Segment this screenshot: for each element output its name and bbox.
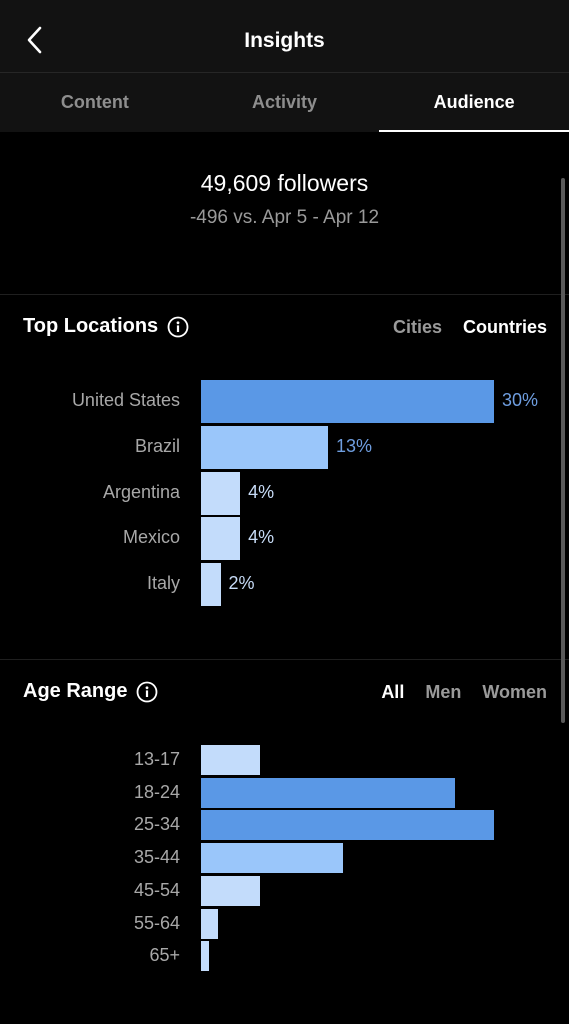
age-range-header: Age Range — [23, 680, 158, 703]
age-label: 35-44 — [133, 847, 180, 868]
location-bar — [201, 471, 241, 515]
followers-summary: 49,609 followers -496 vs. Apr 5 - Apr 12 — [0, 170, 569, 229]
age-label: 13-17 — [133, 749, 180, 769]
age-label: 25-34 — [133, 814, 180, 835]
location-bar — [201, 517, 241, 561]
location-percent: 30% — [502, 390, 539, 410]
age-bar — [201, 777, 455, 808]
age-label: 45-54 — [133, 879, 180, 900]
info-icon[interactable] — [136, 681, 158, 703]
age-range-title: Age Range — [23, 680, 128, 702]
tab-activity[interactable]: Activity — [190, 73, 380, 132]
followers-delta: -496 vs. Apr 5 - Apr 12 — [189, 207, 380, 228]
age-bar — [201, 810, 494, 841]
toggle-all[interactable]: All — [381, 682, 404, 703]
age-label: 18-24 — [133, 781, 180, 802]
location-percent: 4% — [248, 481, 275, 502]
toggle-men[interactable]: Men — [425, 682, 461, 703]
age-toggle: All Men Women — [381, 682, 547, 703]
age-bar — [201, 941, 209, 972]
top-locations-header: Top Locations — [23, 315, 189, 338]
location-percent: 2% — [228, 573, 255, 594]
location-label: Italy — [146, 573, 180, 594]
top-locations-title: Top Locations — [23, 315, 159, 337]
header-bar — [0, 0, 569, 73]
toggle-women[interactable]: Women — [482, 682, 547, 703]
toggle-countries[interactable]: Countries — [463, 317, 547, 338]
location-bar — [201, 563, 221, 607]
location-bar — [201, 425, 328, 469]
location-bar — [201, 380, 494, 423]
toggle-cities[interactable]: Cities — [393, 317, 442, 338]
divider — [0, 294, 569, 295]
age-label: 55-64 — [133, 912, 180, 933]
tab-content[interactable]: Content — [0, 73, 190, 132]
scrollbar[interactable] — [561, 178, 565, 723]
divider — [0, 659, 569, 660]
info-icon[interactable] — [167, 316, 189, 338]
tab-bar: Content Activity Audience — [0, 73, 569, 132]
location-label: Mexico — [122, 527, 180, 548]
age-bar — [201, 908, 218, 939]
location-percent: 13% — [335, 435, 372, 456]
tab-audience[interactable]: Audience — [379, 73, 569, 132]
age-bar — [201, 875, 260, 906]
age-label: 65+ — [149, 945, 180, 966]
location-label: Argentina — [102, 481, 180, 502]
location-label: United States — [71, 390, 180, 410]
location-label: Brazil — [134, 435, 180, 456]
locations-toggle: Cities Countries — [393, 317, 547, 338]
age-bar — [201, 843, 343, 874]
followers-count: 49,609 followers — [200, 170, 369, 196]
chevron-left-icon — [27, 26, 42, 54]
location-percent: 4% — [248, 527, 275, 548]
back-button[interactable] — [18, 22, 50, 58]
age-bar — [201, 745, 260, 775]
